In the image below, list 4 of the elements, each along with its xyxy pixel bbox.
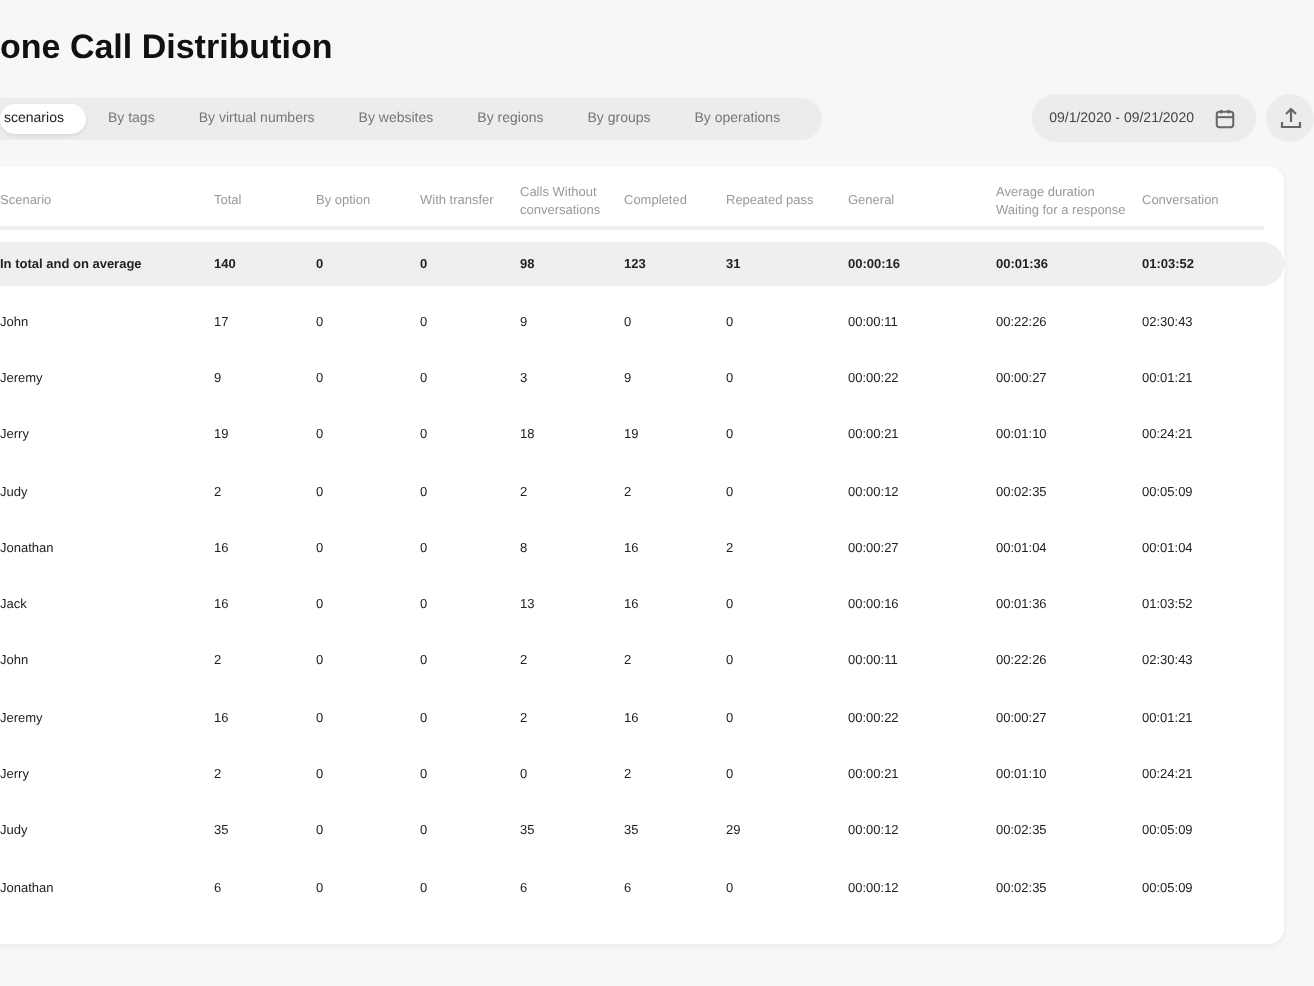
page-title: one Call Distribution	[0, 26, 335, 70]
export-button[interactable]	[1266, 94, 1314, 142]
upload-icon	[1279, 106, 1301, 130]
calendar-icon	[1214, 107, 1236, 129]
